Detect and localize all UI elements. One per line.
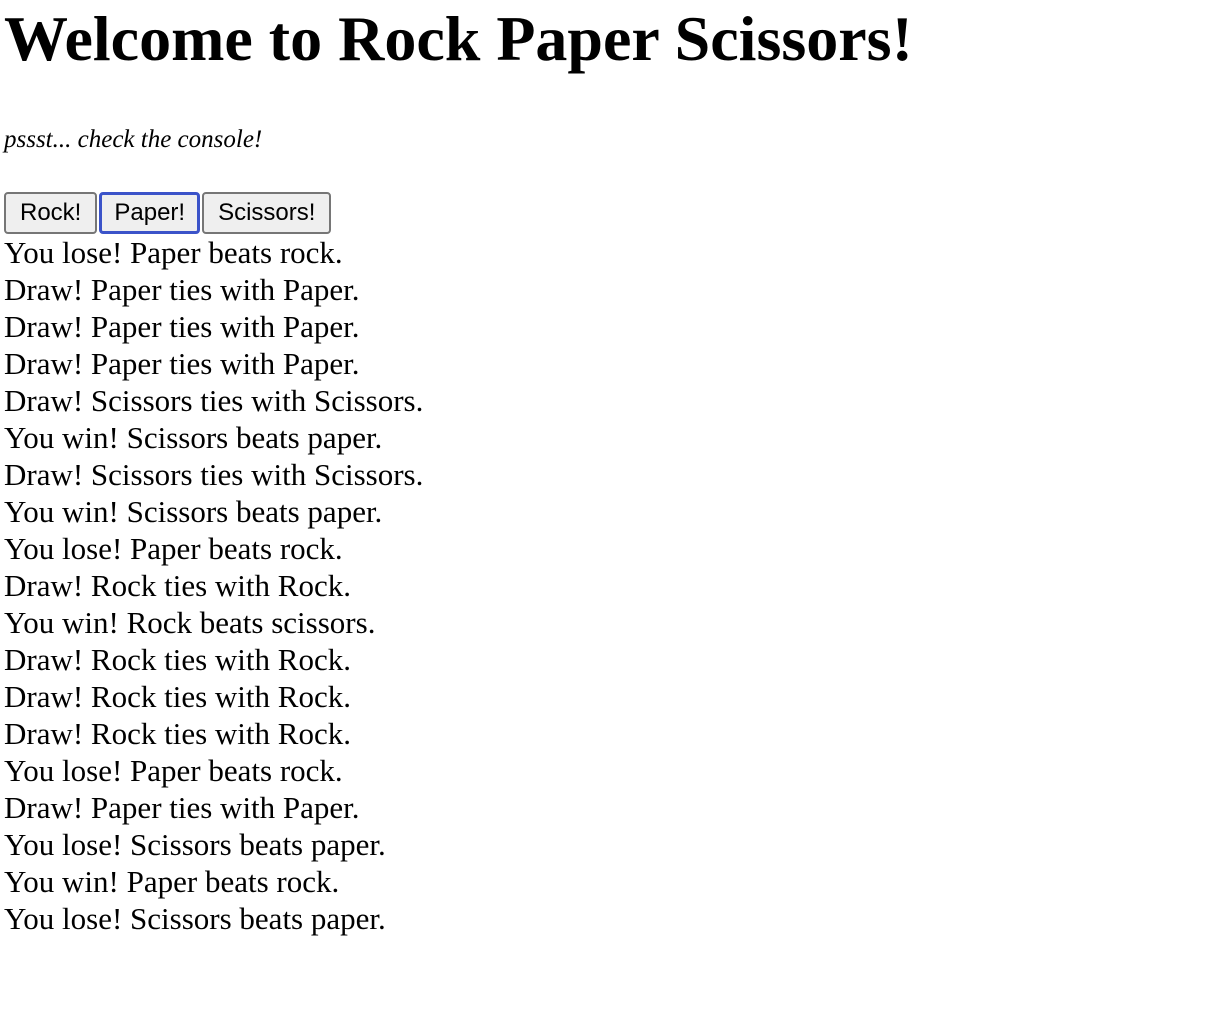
result-item: Draw! Paper ties with Paper. [4,346,360,381]
console-hint: pssst... check the console! [4,126,263,153]
result-item: Draw! Paper ties with Paper. [4,790,360,825]
result-item: You lose! Paper beats rock. [4,753,343,788]
result-item: You lose! Scissors beats paper. [4,901,386,936]
result-item: Draw! Rock ties with Rock. [4,568,351,603]
result-item: Draw! Scissors ties with Scissors. [4,457,424,492]
choice-buttons: Rock! Paper! Scissors! [4,192,1218,234]
result-item: You win! Paper beats rock. [4,864,340,899]
scissors-button[interactable]: Scissors! [202,192,332,234]
result-item: You lose! Paper beats rock. [4,235,343,270]
result-item: Draw! Paper ties with Paper. [4,309,360,344]
result-item: You win! Rock beats scissors. [4,605,376,640]
page-title: Welcome to Rock Paper Scissors! [4,3,913,74]
result-item: You lose! Scissors beats paper. [4,827,386,862]
paper-button[interactable]: Paper! [99,192,201,234]
result-item: Draw! Rock ties with Rock. [4,642,351,677]
rock-button[interactable]: Rock! [4,192,98,234]
result-item: Draw! Scissors ties with Scissors. [4,383,424,418]
result-item: Draw! Rock ties with Rock. [4,679,351,714]
results-list: You lose! Paper beats rock. Draw! Paper … [4,234,1218,937]
result-item: Draw! Paper ties with Paper. [4,272,360,307]
result-item: You win! Scissors beats paper. [4,420,383,455]
result-item: Draw! Rock ties with Rock. [4,716,351,751]
result-item: You win! Scissors beats paper. [4,494,383,529]
result-item: You lose! Paper beats rock. [4,531,343,566]
